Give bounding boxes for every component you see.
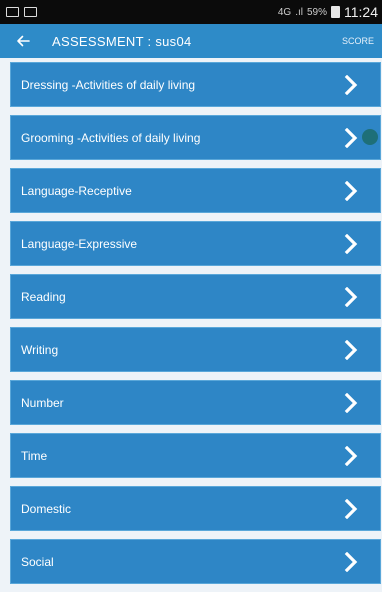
category-item-writing[interactable]: Writing [10, 327, 381, 372]
category-item-domestic[interactable]: Domestic [10, 486, 381, 531]
avatar-icon [362, 129, 378, 145]
chevron-right-icon [342, 392, 360, 414]
category-item-language-expressive[interactable]: Language-Expressive [10, 221, 381, 266]
category-item-social[interactable]: Social [10, 539, 381, 584]
category-item-number[interactable]: Number [10, 380, 381, 425]
category-label: Time [21, 448, 48, 463]
category-item-grooming[interactable]: Grooming -Activities of daily living [10, 115, 381, 160]
chevron-right-icon [342, 127, 360, 149]
chevron-right-icon [342, 180, 360, 202]
category-label: Grooming -Activities of daily living [21, 130, 201, 145]
score-button[interactable]: SCORE [342, 36, 374, 46]
mail-icon [6, 7, 19, 17]
chevron-right-icon [342, 233, 360, 255]
category-label: Writing [21, 342, 59, 357]
category-item-time[interactable]: Time [10, 433, 381, 478]
app-bar: ASSESSMENT : sus04 SCORE [0, 24, 382, 58]
back-arrow-icon[interactable] [12, 30, 34, 52]
category-label: Domestic [21, 501, 72, 516]
page-title: ASSESSMENT : sus04 [52, 33, 192, 49]
chevron-right-icon [342, 74, 360, 96]
category-label: Number [21, 395, 64, 410]
category-list: Dressing -Activities of daily living Gro… [10, 62, 381, 592]
category-item-dressing[interactable]: Dressing -Activities of daily living [10, 62, 381, 107]
signal-indicator: .ıl [295, 6, 303, 18]
chevron-right-icon [342, 339, 360, 361]
network-indicator: 4G [277, 6, 292, 18]
category-label: Dressing -Activities of daily living [21, 77, 196, 92]
status-time: 11:24 [344, 4, 378, 20]
category-label: Language-Receptive [21, 183, 132, 198]
chevron-right-icon [342, 551, 360, 573]
image-icon [24, 7, 37, 17]
category-label: Language-Expressive [21, 236, 138, 251]
category-item-reading[interactable]: Reading [10, 274, 381, 319]
chevron-right-icon [342, 498, 360, 520]
chevron-right-icon [342, 286, 360, 308]
category-item-language-receptive[interactable]: Language-Receptive [10, 168, 381, 213]
battery-icon [331, 6, 340, 18]
battery-percentage: 59% [306, 6, 327, 18]
category-label: Social [21, 554, 54, 569]
status-bar: 4G .ıl 59% 11:24 [0, 0, 382, 24]
category-label: Reading [21, 289, 66, 304]
chevron-right-icon [342, 445, 360, 467]
